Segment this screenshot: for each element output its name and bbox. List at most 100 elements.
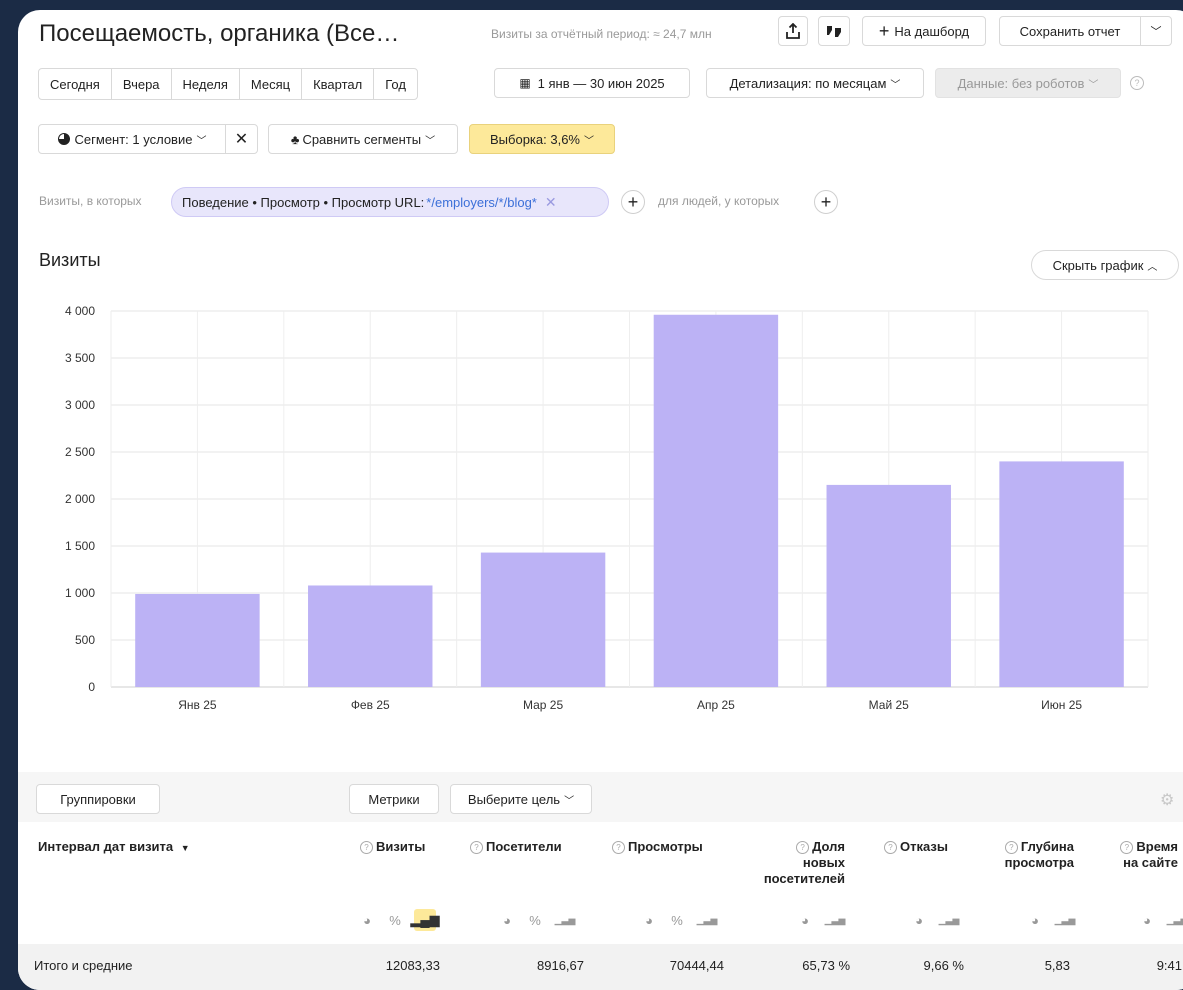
bar-5[interactable] (826, 484, 951, 687)
pie-view-icon[interactable]: ◕ (908, 909, 930, 931)
report-table: Группировки Метрики Выберите цель ﹀ ⚙ Ин… (18, 772, 1183, 990)
x-tick-label: Мар 25 (523, 698, 563, 712)
calendar-icon: ▦ (519, 76, 530, 90)
bar-4[interactable] (653, 314, 779, 687)
chevron-down-icon: ﹀ (564, 795, 575, 807)
detail-dropdown[interactable]: Детализация: по месяцам ﹀ (706, 68, 924, 98)
column-visitors[interactable]: ? Посетители (470, 839, 562, 855)
x-tick-label: Фев 25 (351, 698, 390, 712)
save-report-label: Сохранить отчет (1019, 23, 1121, 39)
report-title: Посещаемость, органика (Все… (39, 20, 400, 47)
column-new-share-line3: посетителей (763, 871, 845, 886)
bar-3[interactable] (480, 552, 606, 687)
column-visits-label: Визиты (376, 839, 426, 854)
pie-view-icon[interactable]: ◕ (638, 909, 660, 931)
column-depth[interactable]: ? Глубина просмотра (984, 839, 1074, 871)
goal-dropdown[interactable]: Выберите цель ﹀ (450, 784, 592, 814)
people-prefix: для людей, у которых (658, 194, 780, 208)
percent-view-icon[interactable]: % (384, 909, 406, 931)
bar-view-icon[interactable]: ▁▃▅ (1054, 909, 1076, 931)
period-week[interactable]: Неделя (172, 69, 240, 99)
segment-clear-button[interactable]: ✕ (225, 124, 258, 154)
filter-condition-value: */employers/*/blog* (426, 194, 537, 210)
totals-time: 9:41 (1156, 958, 1182, 973)
add-people-condition-button[interactable]: + (814, 190, 838, 214)
yandex-gpt-button[interactable] (818, 16, 850, 46)
filter-prefix: Визиты, в которых (39, 194, 142, 208)
period-today[interactable]: Сегодня (39, 69, 112, 99)
pie-view-icon[interactable]: ◕ (496, 909, 518, 931)
segment-icon (57, 133, 70, 145)
bar-6[interactable] (999, 461, 1124, 687)
column-visits[interactable]: ? Визиты (360, 839, 425, 855)
chevron-down-icon: ﹀ (1088, 79, 1099, 91)
totals-views: 70444,44 (669, 958, 724, 973)
bar-view-icon[interactable]: ▁▃▅ (938, 909, 960, 931)
date-range-label: 1 янв — 30 июн 2025 (537, 75, 665, 91)
column-time[interactable]: ? Время на сайте (1098, 839, 1178, 871)
metrics-button[interactable]: Метрики (349, 784, 439, 814)
percent-view-icon[interactable]: % (524, 909, 546, 931)
y-tick-label: 1 500 (65, 539, 95, 553)
bar-view-icon[interactable]: ▂▄▆ (410, 909, 440, 931)
pie-view-icon[interactable]: ◕ (1136, 909, 1158, 931)
x-tick-label: Июн 25 (1041, 698, 1082, 712)
period-selector: Сегодня Вчера Неделя Месяц Квартал Год (38, 68, 418, 100)
period-quarter[interactable]: Квартал (302, 69, 375, 99)
hide-chart-button[interactable]: Скрыть график ︿ (1031, 250, 1179, 280)
date-range-picker[interactable]: ▦ 1 янв — 30 июн 2025 (494, 68, 690, 98)
column-new-share[interactable]: ? Доля новых посетителей (740, 839, 845, 887)
groupings-button[interactable]: Группировки (36, 784, 160, 814)
share-icon (786, 23, 800, 39)
percent-view-icon[interactable]: % (666, 909, 688, 931)
close-icon[interactable]: ✕ (545, 194, 557, 211)
compare-segments-button[interactable]: ♣ Сравнить сегменты ﹀ (268, 124, 458, 154)
column-time-line2: на сайте (1123, 855, 1178, 870)
hide-chart-label: Скрыть график (1052, 257, 1144, 273)
totals-depth: 5,83 (1044, 958, 1070, 973)
column-bounces[interactable]: ? Отказы (884, 839, 948, 855)
column-depth-line2: просмотра (1004, 855, 1074, 870)
sample-dropdown[interactable]: Выборка: 3,6% ﹀ (469, 124, 615, 154)
chevron-down-icon: ﹀ (425, 135, 436, 147)
save-options-button[interactable]: ﹀ (1140, 16, 1172, 46)
sort-desc-icon: ▼ (180, 843, 190, 853)
chevron-down-icon: ﹀ (583, 135, 594, 147)
robots-dropdown[interactable]: Данные: без роботов ﹀ (935, 68, 1121, 98)
filter-condition-chip[interactable]: Поведение • Просмотр • Просмотр URL: */e… (171, 187, 609, 217)
column-time-line1: Время (1136, 839, 1178, 854)
y-tick-label: 1 000 (65, 586, 95, 600)
quote-icon (827, 26, 841, 37)
bar-view-icon[interactable]: ▁▃▅ (554, 909, 576, 931)
bar-1[interactable] (135, 593, 260, 687)
pie-view-icon[interactable]: ◕ (1024, 909, 1046, 931)
bar-view-icon[interactable]: ▁▃▅ (1166, 909, 1183, 931)
period-month[interactable]: Месяц (240, 69, 303, 99)
pie-view-icon[interactable]: ◕ (794, 909, 816, 931)
plus-icon: + (878, 21, 890, 41)
add-to-dashboard-button[interactable]: + На дашборд (862, 16, 986, 46)
column-views[interactable]: ? Просмотры (612, 839, 703, 855)
period-year[interactable]: Год (374, 69, 417, 99)
save-report-button[interactable]: Сохранить отчет (999, 16, 1141, 46)
add-condition-button[interactable]: + (621, 190, 645, 214)
x-tick-label: Янв 25 (178, 698, 217, 712)
totals-bounces: 9,66 % (923, 958, 964, 973)
y-tick-label: 0 (88, 680, 95, 694)
dim-header[interactable]: Интервал дат визита ▼ (38, 839, 190, 856)
pie-view-icon[interactable]: ◕ (356, 909, 378, 931)
help-icon[interactable]: ? (1130, 76, 1144, 90)
segment-label: Сегмент: 1 условие (74, 131, 193, 147)
column-new-share-line1: Доля (812, 839, 845, 854)
share-button[interactable] (778, 16, 808, 46)
visits-period-text: Визиты за отчётный период: ≈ 24,7 млн (491, 27, 712, 41)
totals-label: Итого и средние (34, 958, 133, 973)
chevron-down-icon: ﹀ (1150, 26, 1162, 38)
segment-dropdown[interactable]: Сегмент: 1 условие ﹀ (38, 124, 226, 154)
x-tick-label: Май 25 (869, 698, 910, 712)
period-yesterday[interactable]: Вчера (112, 69, 172, 99)
gear-icon[interactable]: ⚙ (1160, 790, 1174, 810)
bar-2[interactable] (308, 585, 433, 687)
bar-view-icon[interactable]: ▁▃▅ (824, 909, 846, 931)
bar-view-icon[interactable]: ▁▃▅ (696, 909, 718, 931)
